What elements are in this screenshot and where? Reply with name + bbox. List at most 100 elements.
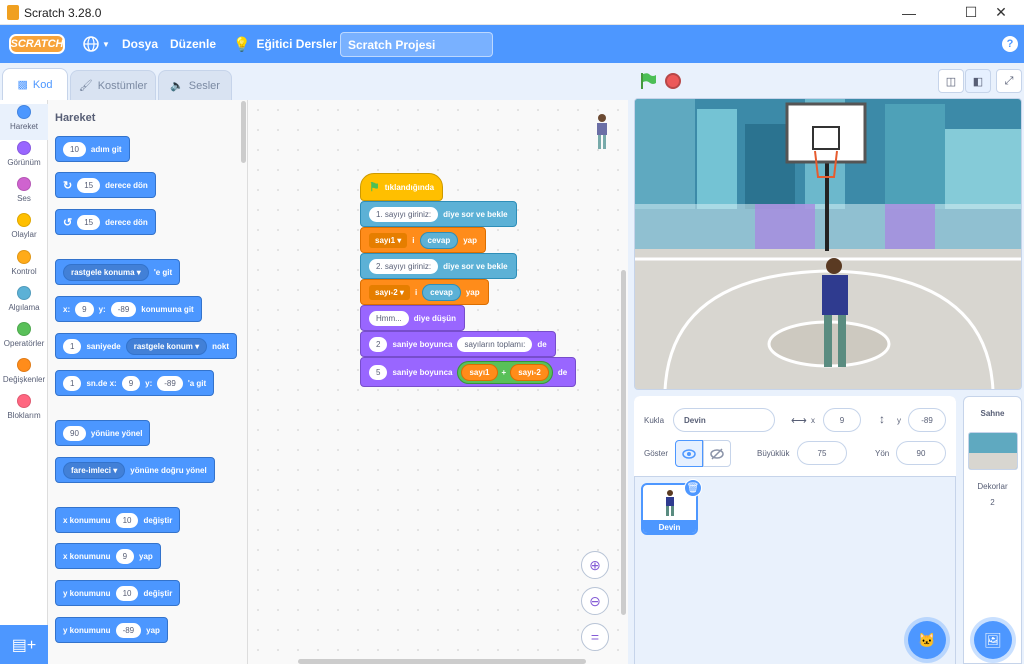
block-set-x[interactable]: x konumunu 9 yap xyxy=(55,543,161,569)
block-input[interactable]: -89 xyxy=(110,301,137,317)
block-glide[interactable]: 1 saniyede rastgele konum ▾ nokt xyxy=(55,333,237,359)
block-input[interactable]: -89 xyxy=(157,375,183,391)
add-extension-button[interactable]: ▤+ xyxy=(0,625,48,664)
block-move-steps[interactable]: 10 adım git xyxy=(55,136,130,162)
block-label: x: xyxy=(63,304,71,314)
tab-code[interactable]: ▩ Kod xyxy=(2,68,68,100)
variable-dropdown[interactable]: sayı1 ▾ xyxy=(369,232,408,248)
script-say-block-1[interactable]: 2 saniye boyunca sayıların toplamı: de xyxy=(360,331,556,357)
block-dropdown[interactable]: fare-imleci ▾ xyxy=(63,461,126,479)
show-sprite-button[interactable] xyxy=(675,440,703,467)
script-think-block[interactable]: Hmm... diye düşün xyxy=(360,305,466,331)
stop-button[interactable] xyxy=(665,73,681,89)
size-input[interactable]: 75 xyxy=(797,441,847,465)
script-ask-block-2[interactable]: 2. sayıyı giriniz: diye sor ve bekle xyxy=(360,253,517,279)
help-icon[interactable]: ? xyxy=(1002,36,1018,52)
category-label: Görünüm xyxy=(7,158,41,167)
large-stage-button[interactable]: ◧ xyxy=(965,69,991,93)
zoom-reset-button[interactable]: = xyxy=(581,623,609,651)
category-2[interactable]: Ses xyxy=(0,176,48,212)
choose-backdrop-button[interactable]: 🖼 xyxy=(974,621,1012,659)
block-change-x[interactable]: x konumunu 10 değiştir xyxy=(55,507,181,533)
direction-input[interactable]: 90 xyxy=(896,441,946,465)
stage-canvas[interactable] xyxy=(634,98,1022,390)
block-label: yönüne doğru yönel xyxy=(130,465,207,475)
variable-reporter[interactable]: sayı1 xyxy=(461,363,498,381)
category-6[interactable]: Operatörler xyxy=(0,321,48,357)
block-input[interactable]: 1 xyxy=(63,375,82,391)
choose-sprite-button[interactable]: 🐱 xyxy=(908,621,946,659)
category-7[interactable]: Değişkenler xyxy=(0,357,48,393)
block-set-y[interactable]: y konumunu -89 yap xyxy=(55,617,168,643)
sprite-name-input[interactable]: Devin xyxy=(673,408,775,432)
category-label: Kontrol xyxy=(11,267,37,276)
script-set-var-block-1[interactable]: sayı1 ▾ i cevap yap xyxy=(360,227,486,253)
edit-menu[interactable]: Düzenle xyxy=(170,25,216,63)
block-input[interactable]: 10 xyxy=(115,585,139,601)
script-vertical-scrollbar[interactable] xyxy=(621,270,626,615)
block-input[interactable]: 5 xyxy=(369,364,388,380)
block-input[interactable]: 10 xyxy=(115,512,139,528)
eye-off-icon xyxy=(710,447,724,460)
block-goto[interactable]: rastgele konuma ▾ 'e git xyxy=(55,259,181,285)
file-menu[interactable]: Dosya xyxy=(122,25,158,63)
zoom-out-button[interactable]: ⊖ xyxy=(581,587,609,615)
palette-scrollbar[interactable] xyxy=(241,101,246,163)
script-set-var-block-2[interactable]: sayı-2 ▾ i cevap yap xyxy=(360,279,489,305)
script-ask-block-1[interactable]: 1. sayıyı giriniz: diye sor ve bekle xyxy=(360,201,517,227)
category-1[interactable]: Görünüm xyxy=(0,140,48,176)
delete-sprite-button[interactable]: 🗑 xyxy=(684,479,702,497)
block-glide-xy[interactable]: 1 sn.de x: 9 y: -89 'a git xyxy=(55,370,215,396)
add-operator-block[interactable]: sayı1 + sayı-2 xyxy=(457,360,553,384)
green-flag-button[interactable] xyxy=(639,72,657,95)
block-change-y[interactable]: y konumunu 10 değiştir xyxy=(55,580,181,606)
script-hat-block[interactable]: ⚑ tıklandığında xyxy=(360,173,444,201)
close-icon[interactable]: ✕ xyxy=(978,0,1024,25)
block-input[interactable]: 2. sayıyı giriniz: xyxy=(369,258,439,274)
category-3[interactable]: Olaylar xyxy=(0,212,48,248)
block-goto-xy[interactable]: x: 9 y: -89 konumuna git xyxy=(55,296,202,322)
tab-sounds[interactable]: 🔈 Sesler xyxy=(158,70,232,100)
language-button[interactable]: ▼ xyxy=(82,25,110,63)
block-input[interactable]: 10 xyxy=(63,141,86,157)
tutorials-button[interactable]: 💡 Eğitici Dersler xyxy=(233,25,337,63)
block-input[interactable]: sayıların toplamı: xyxy=(457,336,533,352)
fullscreen-button[interactable]: ⤢ xyxy=(996,69,1022,93)
block-point-towards[interactable]: fare-imleci ▾ yönüne doğru yönel xyxy=(55,457,215,483)
category-0[interactable]: Hareket xyxy=(0,104,48,140)
y-input[interactable]: -89 xyxy=(908,408,946,432)
block-dropdown[interactable]: rastgele konum ▾ xyxy=(125,337,208,355)
answer-reporter[interactable]: cevap xyxy=(419,231,459,249)
project-title-input[interactable]: Scratch Projesi xyxy=(340,32,493,57)
variable-reporter[interactable]: sayı-2 xyxy=(510,363,549,381)
block-input[interactable]: 90 xyxy=(63,425,86,441)
block-input[interactable]: -89 xyxy=(115,622,142,638)
scratch-logo[interactable]: SCRATCH xyxy=(9,34,65,54)
block-point-direction[interactable]: 90 yönüne yönel xyxy=(55,420,151,446)
zoom-in-button[interactable]: ⊕ xyxy=(581,551,609,579)
block-input[interactable]: 9 xyxy=(121,375,141,391)
category-4[interactable]: Kontrol xyxy=(0,249,48,285)
category-8[interactable]: Bloklarım xyxy=(0,393,48,429)
block-input[interactable]: 1 xyxy=(63,338,82,354)
block-input[interactable]: 15 xyxy=(77,177,101,193)
block-turn-left[interactable]: ↺ 15 derece dön xyxy=(55,209,156,235)
block-input[interactable]: 9 xyxy=(115,548,135,564)
hide-sprite-button[interactable] xyxy=(703,440,731,467)
script-horizontal-scrollbar[interactable] xyxy=(298,659,586,664)
block-input[interactable]: 1. sayıyı giriniz: xyxy=(369,206,439,222)
block-input[interactable]: 15 xyxy=(77,214,101,230)
block-input[interactable]: 2 xyxy=(369,336,388,352)
block-input[interactable]: 9 xyxy=(75,301,94,317)
block-turn-right[interactable]: ↻ 15 derece dön xyxy=(55,172,156,198)
block-dropdown[interactable]: rastgele konuma ▾ xyxy=(63,263,149,281)
x-input[interactable]: 9 xyxy=(823,408,861,432)
script-say-block-2[interactable]: 5 saniye boyunca sayı1 + sayı-2 de xyxy=(360,357,577,387)
answer-reporter[interactable]: cevap xyxy=(422,283,461,301)
category-5[interactable]: Algılama xyxy=(0,285,48,321)
tab-costumes[interactable]: 🖌 Kostümler xyxy=(70,70,156,100)
block-input[interactable]: Hmm... xyxy=(369,310,409,326)
variable-dropdown[interactable]: sayı-2 ▾ xyxy=(369,284,410,300)
minimize-icon[interactable]: — xyxy=(886,0,932,25)
small-stage-button[interactable]: ◫ xyxy=(938,69,964,93)
